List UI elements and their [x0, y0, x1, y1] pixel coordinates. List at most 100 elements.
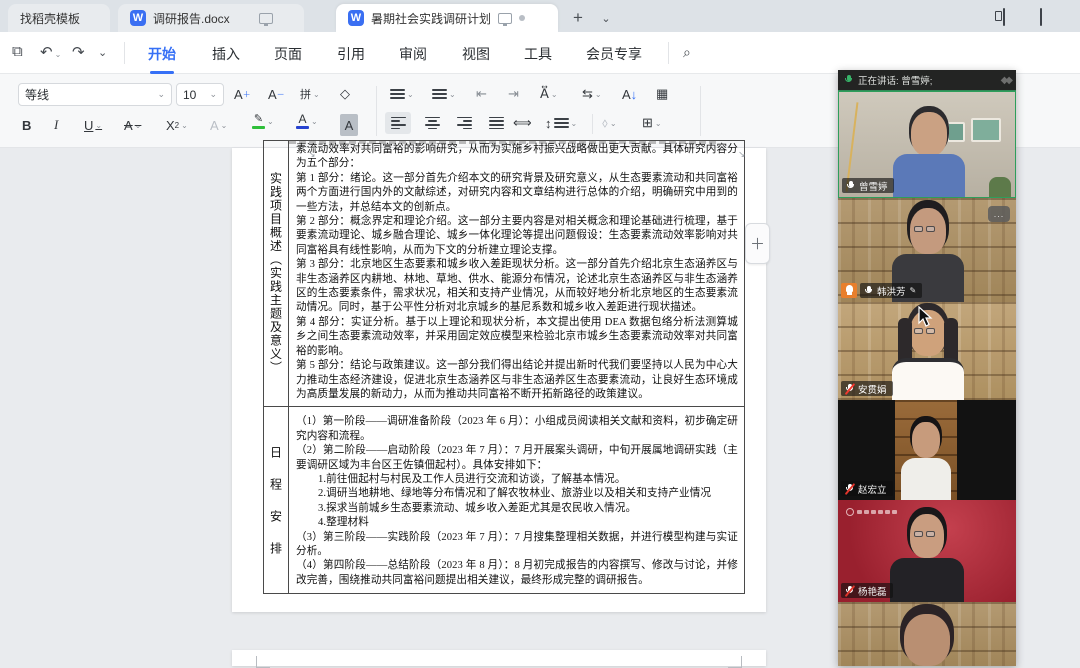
- participant-name-chip: 杨艳磊: [841, 583, 893, 598]
- participant-video: [888, 514, 968, 602]
- decrease-indent-icon[interactable]: ⇤: [476, 83, 487, 105]
- highlight-color-button[interactable]: ✎⌄: [252, 110, 274, 132]
- ribbon-search-icon[interactable]: ⌕: [683, 44, 691, 61]
- window-tab-bar: 找稻壳模板 W 调研报告.docx W 暑期社会实践调研计划 + ⌄: [0, 0, 1080, 32]
- doc-paragraph: 1.前往佃起村与村民及工作人员进行交流和访谈，了解基本情况。: [296, 473, 738, 487]
- doc-paragraph: 3.探求当前城乡生态要素流动、城乡收入差距尤其是农民收入情况。: [296, 502, 738, 516]
- quickbar-chevron-icon[interactable]: ⌄: [98, 43, 107, 60]
- line-spacing-button[interactable]: ↕⌄: [545, 112, 577, 134]
- new-tab-button[interactable]: +: [566, 6, 590, 30]
- insert-plus-button[interactable]: ＋: [745, 223, 770, 264]
- doc-paragraph: 第 5 部分：结论与政策建议。这一部分我们得出结论并提出新时代我们要坚持以人民为…: [296, 359, 738, 402]
- document-table[interactable]: 实践项目概述（实践主题及意义） 素流动效率对共同富裕的影响研究，从而为实施乡村振…: [263, 140, 745, 594]
- participant-name-chip: 韩洪芳 ✎: [860, 283, 922, 298]
- host-badge-icon: [841, 283, 857, 298]
- rename-pen-icon[interactable]: ✎: [910, 286, 917, 295]
- document-page[interactable]: 实践项目概述（实践主题及意义） 素流动效率对共同富裕的影响研究，从而为实施乡村振…: [232, 148, 766, 612]
- export-preview-icon[interactable]: ⧉: [12, 43, 23, 60]
- menu-reference[interactable]: 引用: [331, 41, 371, 67]
- bold-button[interactable]: B: [22, 114, 31, 136]
- doc-paragraph: 第 1 部分：绪论。这一部分首先介绍本文的研究背景及研究意义，从生态要素流动和共…: [296, 172, 738, 215]
- pinyin-guide-button[interactable]: 拼⌄: [300, 83, 320, 105]
- distribute-button[interactable]: ⟺: [513, 112, 532, 134]
- char-scale-button[interactable]: A⃡⌄: [540, 83, 558, 105]
- align-center-button[interactable]: [419, 112, 445, 134]
- font-family-select[interactable]: 等线⌄: [18, 83, 172, 106]
- numbered-list-button[interactable]: ⌄: [432, 83, 456, 105]
- doc-paragraph: （1）第一阶段——调研准备阶段（2023 年 6 月）：小组成员阅读相关文献和资…: [296, 415, 738, 444]
- menu-page[interactable]: 页面: [268, 41, 308, 67]
- tab-label: 找稻壳模板: [20, 10, 80, 27]
- split-view-icon[interactable]: [1003, 9, 1005, 25]
- tab-doc-plan[interactable]: W 暑期社会实践调研计划: [336, 4, 558, 32]
- menu-tools[interactable]: 工具: [518, 41, 558, 67]
- meeting-app-logo-icon: ◆◆: [1001, 75, 1010, 86]
- table-row[interactable]: 日程安排 （1）第一阶段——调研准备阶段（2023 年 6 月）：小组成员阅读相…: [264, 407, 744, 593]
- strikethrough-button[interactable]: A⌄: [124, 114, 141, 136]
- text-direction-button[interactable]: ⇆⌄: [582, 83, 602, 105]
- bullet-list-button[interactable]: ⌄: [390, 83, 414, 105]
- undo-icon[interactable]: ↶⌄: [40, 43, 61, 61]
- video-tile-yangyanlei[interactable]: 杨艳磊: [838, 500, 1016, 602]
- decrease-font-button[interactable]: A－: [268, 83, 285, 105]
- video-tile-hanhongfang[interactable]: ... 韩洪芳 ✎: [838, 198, 1016, 302]
- integrations-cube-icon[interactable]: [1040, 9, 1042, 25]
- speaker-name: 曾雪婷;: [901, 76, 932, 87]
- video-tile-bottom-partial[interactable]: [838, 602, 1016, 666]
- margin-corner-mark: [728, 656, 742, 668]
- doc-paragraph: 第 2 部分：概念界定和理论介绍。这一部分主要内容是对相关概念和理论基础进行梳理…: [296, 215, 738, 258]
- row-content-schedule[interactable]: （1）第一阶段——调研准备阶段（2023 年 6 月）：小组成员阅读相关文献和资…: [289, 407, 744, 593]
- row-label-schedule[interactable]: 日程安排: [264, 407, 289, 593]
- mic-muted-icon: [845, 383, 854, 395]
- margin-mark: ↘: [738, 149, 746, 160]
- tab-list-chevron-icon[interactable]: ⌄: [594, 6, 618, 30]
- italic-button[interactable]: I: [54, 114, 58, 136]
- clear-format-eraser-icon[interactable]: ◇: [340, 83, 350, 105]
- row-content-overview[interactable]: 素流动效率对共同富裕的影响研究，从而为实施乡村振兴战略做出更大贡献。具体研究内容…: [289, 141, 744, 406]
- underline-button[interactable]: U⌄: [84, 114, 102, 136]
- menu-home[interactable]: 开始: [142, 41, 182, 67]
- superscript-button[interactable]: X2⌄: [166, 114, 188, 136]
- mic-on-icon: [846, 180, 855, 192]
- tab-label: 暑期社会实践调研计划: [371, 10, 491, 27]
- ribbon-menu-bar: ⧉ ↶⌄ ↷ ⌄ 开始 插入 页面 引用 审阅 视图 工具 会员专享 ⌕: [0, 32, 1080, 74]
- menu-review[interactable]: 审阅: [393, 41, 433, 67]
- wall-art-decor: [971, 118, 1001, 142]
- tab-label: 调研报告.docx: [153, 10, 230, 27]
- increase-indent-icon[interactable]: ⇥: [508, 83, 519, 105]
- video-call-panel[interactable]: 正在讲话: 曾雪婷; ◆◆ 曾雪婷 ... 韩洪芳 ✎: [838, 70, 1016, 666]
- table-row[interactable]: 实践项目概述（实践主题及意义） 素流动效率对共同富裕的影响研究，从而为实施乡村振…: [264, 141, 744, 407]
- char-shading-button[interactable]: A: [340, 114, 358, 136]
- font-color-button[interactable]: A⌄: [296, 110, 318, 132]
- participant-name-chip: 赵宏立: [841, 481, 893, 496]
- video-tile-zhaohongli[interactable]: 赵宏立: [838, 400, 1016, 500]
- increase-font-button[interactable]: A＋: [234, 83, 251, 105]
- redo-icon[interactable]: ↷: [72, 43, 85, 61]
- doc-paragraph: 第 3 部分：北京地区生态要素和城乡收入差距现状分析。这一部分首先介绍北京生态涵…: [296, 258, 738, 316]
- menu-view[interactable]: 视图: [456, 41, 496, 67]
- doc-paragraph: 素流动效率对共同富裕的影响研究，从而为实施乡村振兴战略做出更大贡献。具体研究内容…: [296, 143, 738, 172]
- menu-member[interactable]: 会员专享: [580, 41, 648, 67]
- margin-mark: ↘: [308, 149, 316, 160]
- borders-button[interactable]: ⊞⌄: [642, 112, 662, 134]
- tab-doc-report[interactable]: W 调研报告.docx: [118, 4, 304, 32]
- sort-button[interactable]: A↓: [622, 83, 637, 105]
- mic-on-icon: [864, 285, 873, 297]
- align-left-button[interactable]: [385, 112, 411, 134]
- tab-template-home[interactable]: 找稻壳模板: [8, 4, 110, 32]
- align-justify-button[interactable]: [483, 112, 509, 134]
- align-right-button[interactable]: [451, 112, 477, 134]
- text-effect-button[interactable]: A⌄: [210, 114, 227, 136]
- tile-more-button[interactable]: ...: [988, 206, 1010, 222]
- menu-insert[interactable]: 插入: [206, 41, 246, 67]
- doc-paragraph: （2）第二阶段——启动阶段（2023 年 7 月）：7 月开展案头调研，中旬开展…: [296, 444, 738, 473]
- unsaved-dot-icon: [519, 15, 525, 21]
- ruler-icon[interactable]: ▦: [656, 83, 668, 105]
- row-label-overview[interactable]: 实践项目概述（实践主题及意义）: [264, 141, 289, 406]
- shading-bucket-button[interactable]: ⬨⌄: [602, 112, 617, 134]
- speaking-mic-icon: [844, 74, 853, 86]
- video-tile-zengxueting[interactable]: 曾雪婷: [838, 91, 1016, 198]
- call-status-bar: 正在讲话: 曾雪婷; ◆◆: [838, 70, 1016, 91]
- font-size-select[interactable]: 10⌄: [176, 83, 224, 106]
- document-page-next[interactable]: [232, 650, 766, 666]
